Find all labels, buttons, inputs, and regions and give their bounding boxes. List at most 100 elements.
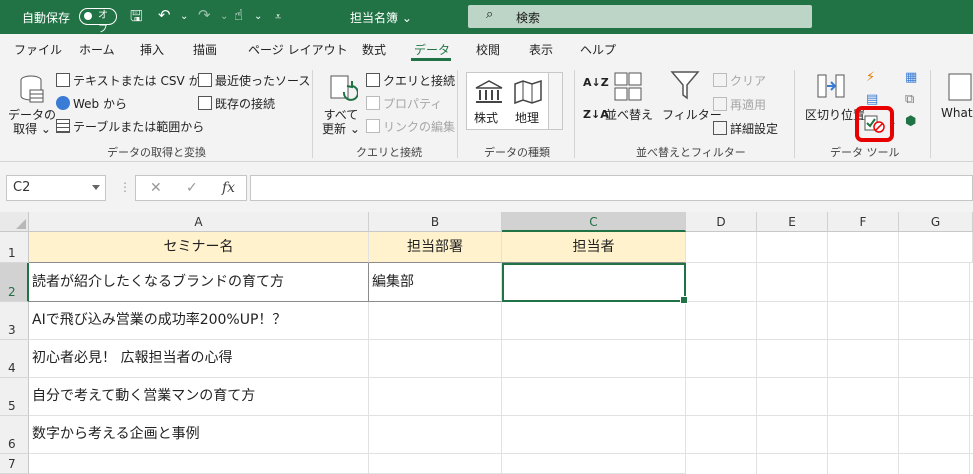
- row-header-4[interactable]: 4: [0, 340, 29, 378]
- tab-formulas[interactable]: 数式: [362, 41, 386, 58]
- geography-button[interactable]: 地理: [515, 109, 539, 126]
- ribbon-separator: [794, 70, 795, 158]
- cell-c4[interactable]: [502, 340, 686, 378]
- row-header-1[interactable]: 1: [0, 232, 29, 263]
- queries-connections-button[interactable]: クエリと接続: [366, 72, 455, 89]
- cell-a3[interactable]: AIで飛び込み営業の成功率200%UP！？: [29, 302, 369, 340]
- tab-data[interactable]: データ: [414, 41, 450, 58]
- row-header-5[interactable]: 5: [0, 378, 29, 416]
- clear-filter-button: クリア: [713, 72, 766, 89]
- consolidate-icon[interactable]: ▦: [905, 70, 917, 85]
- enter-icon[interactable]: ✓: [186, 180, 198, 196]
- get-data-button[interactable]: データの 取得 ⌄: [8, 108, 56, 136]
- cell-a7[interactable]: [29, 454, 369, 474]
- tab-draw[interactable]: 描画: [193, 41, 217, 58]
- tab-help[interactable]: ヘルプ: [580, 41, 616, 58]
- column-header-a[interactable]: A: [29, 212, 369, 232]
- cell-b2[interactable]: 編集部: [369, 263, 502, 302]
- tab-review[interactable]: 校閲: [476, 41, 500, 58]
- reapply-button: 再適用: [713, 96, 766, 113]
- row-header-3[interactable]: 3: [0, 302, 29, 340]
- sort-dialog-icon: [614, 72, 642, 101]
- table-range-button[interactable]: テーブルまたは範囲から: [56, 118, 204, 135]
- text-csv-label: テキストまたは CSV から: [73, 74, 213, 88]
- cell-b1[interactable]: 担当部署: [369, 232, 502, 263]
- refresh-all-button[interactable]: すべて 更新 ⌄: [322, 108, 360, 136]
- cancel-icon[interactable]: ✕: [150, 180, 162, 196]
- remove-duplicates-icon[interactable]: ▤: [866, 92, 878, 107]
- column-header-e[interactable]: E: [757, 212, 828, 232]
- cell-b3[interactable]: [369, 302, 502, 340]
- recent-sources-icon: [198, 73, 212, 87]
- cell-b6[interactable]: [369, 416, 502, 454]
- cell-a6[interactable]: 数字から考える企画と事例: [29, 416, 369, 454]
- cell-b5[interactable]: [369, 378, 502, 416]
- document-title[interactable]: 担当名簿 ⌄: [350, 9, 412, 26]
- sort-button[interactable]: 並べ替え: [605, 106, 653, 123]
- flash-fill-icon[interactable]: ⚡: [866, 70, 875, 85]
- select-all-button[interactable]: [0, 212, 29, 232]
- existing-connections-button[interactable]: 既存の接続: [198, 95, 275, 112]
- stocks-button[interactable]: 株式: [474, 109, 498, 126]
- cell-b7[interactable]: [369, 454, 502, 474]
- search-box[interactable]: ⌕ 検索: [468, 5, 812, 28]
- cell-d1[interactable]: [686, 232, 757, 263]
- advanced-filter-button[interactable]: 詳細設定: [713, 120, 778, 137]
- formula-input[interactable]: [250, 175, 973, 201]
- recent-sources-button[interactable]: 最近使ったソース: [198, 72, 310, 89]
- name-box-dropdown-icon[interactable]: [92, 185, 100, 190]
- sort-az-icon[interactable]: A↓Z: [583, 76, 609, 89]
- cell-b4[interactable]: [369, 340, 502, 378]
- cell-c3[interactable]: [502, 302, 686, 340]
- undo-icon[interactable]: ↶: [158, 6, 171, 24]
- cell-f1[interactable]: [828, 232, 899, 263]
- cell-a2[interactable]: 読者が紹介したくなるブランドの育て方: [29, 263, 369, 302]
- customize-qat-icon[interactable]: ⩡: [275, 10, 281, 24]
- what-if-button[interactable]: What-: [941, 106, 973, 120]
- active-cell-selection[interactable]: [502, 263, 688, 304]
- column-header-d[interactable]: D: [686, 212, 757, 232]
- tab-page-layout[interactable]: ページ レイアウト: [248, 41, 348, 58]
- tab-file[interactable]: ファイル: [14, 41, 62, 58]
- cell-e1[interactable]: [757, 232, 828, 263]
- existing-connections-label: 既存の接続: [215, 97, 276, 111]
- tab-home[interactable]: ホーム: [79, 41, 115, 58]
- tab-view[interactable]: 表示: [529, 41, 553, 58]
- web-button[interactable]: Web から: [56, 95, 127, 112]
- row-header-6[interactable]: 6: [0, 416, 29, 454]
- data-validation-highlight: [855, 106, 894, 142]
- cell-c6[interactable]: [502, 416, 686, 454]
- data-types-gallery: 株式 地理: [466, 72, 563, 130]
- formula-bar: C2 ⋮ ✕ ✓ fx: [0, 162, 973, 212]
- cell-c7[interactable]: [502, 454, 686, 474]
- cell-a1[interactable]: セミナー名: [29, 232, 369, 263]
- worksheet-grid: A B C D E F G 1 2 3 4 5 6 7 セミナー名 担当部署 担…: [0, 212, 973, 474]
- properties-button: プロパティ: [366, 95, 442, 112]
- cell-a4[interactable]: 初心者必見！ 広報担当者の心得: [29, 340, 369, 378]
- name-box[interactable]: C2: [6, 175, 106, 201]
- row-number: 3: [8, 323, 16, 337]
- insert-function-icon[interactable]: fx: [222, 180, 235, 196]
- undo-dropdown-icon[interactable]: ⌄: [180, 11, 188, 22]
- group-label-data-tools: データ ツール: [830, 146, 900, 159]
- column-header-c[interactable]: C: [502, 212, 686, 232]
- column-header-g[interactable]: G: [899, 212, 973, 232]
- touch-dropdown-icon[interactable]: ⌄: [254, 11, 262, 22]
- text-csv-button[interactable]: テキストまたは CSV から: [56, 72, 212, 89]
- cell-c1[interactable]: 担当者: [502, 232, 686, 263]
- gallery-scroll[interactable]: [548, 73, 562, 129]
- column-header-f[interactable]: F: [828, 212, 899, 232]
- tab-insert[interactable]: 挿入: [140, 41, 164, 58]
- cell-a5[interactable]: 自分で考えて動く営業マンの育て方: [29, 378, 369, 416]
- autosave-toggle[interactable]: オフ: [79, 8, 117, 35]
- cell-g1[interactable]: [899, 232, 973, 263]
- cell-c5[interactable]: [502, 378, 686, 416]
- data-model-icon[interactable]: ⬢: [905, 114, 916, 129]
- save-icon[interactable]: 🖫: [130, 6, 143, 31]
- row-header-2[interactable]: 2: [0, 263, 29, 302]
- column-header-b[interactable]: B: [369, 212, 502, 232]
- relationships-icon[interactable]: ⧉: [905, 92, 914, 107]
- row-header-7[interactable]: 7: [0, 454, 29, 474]
- touch-mode-icon[interactable]: ☝: [234, 6, 243, 24]
- recent-sources-label: 最近使ったソース: [215, 74, 311, 88]
